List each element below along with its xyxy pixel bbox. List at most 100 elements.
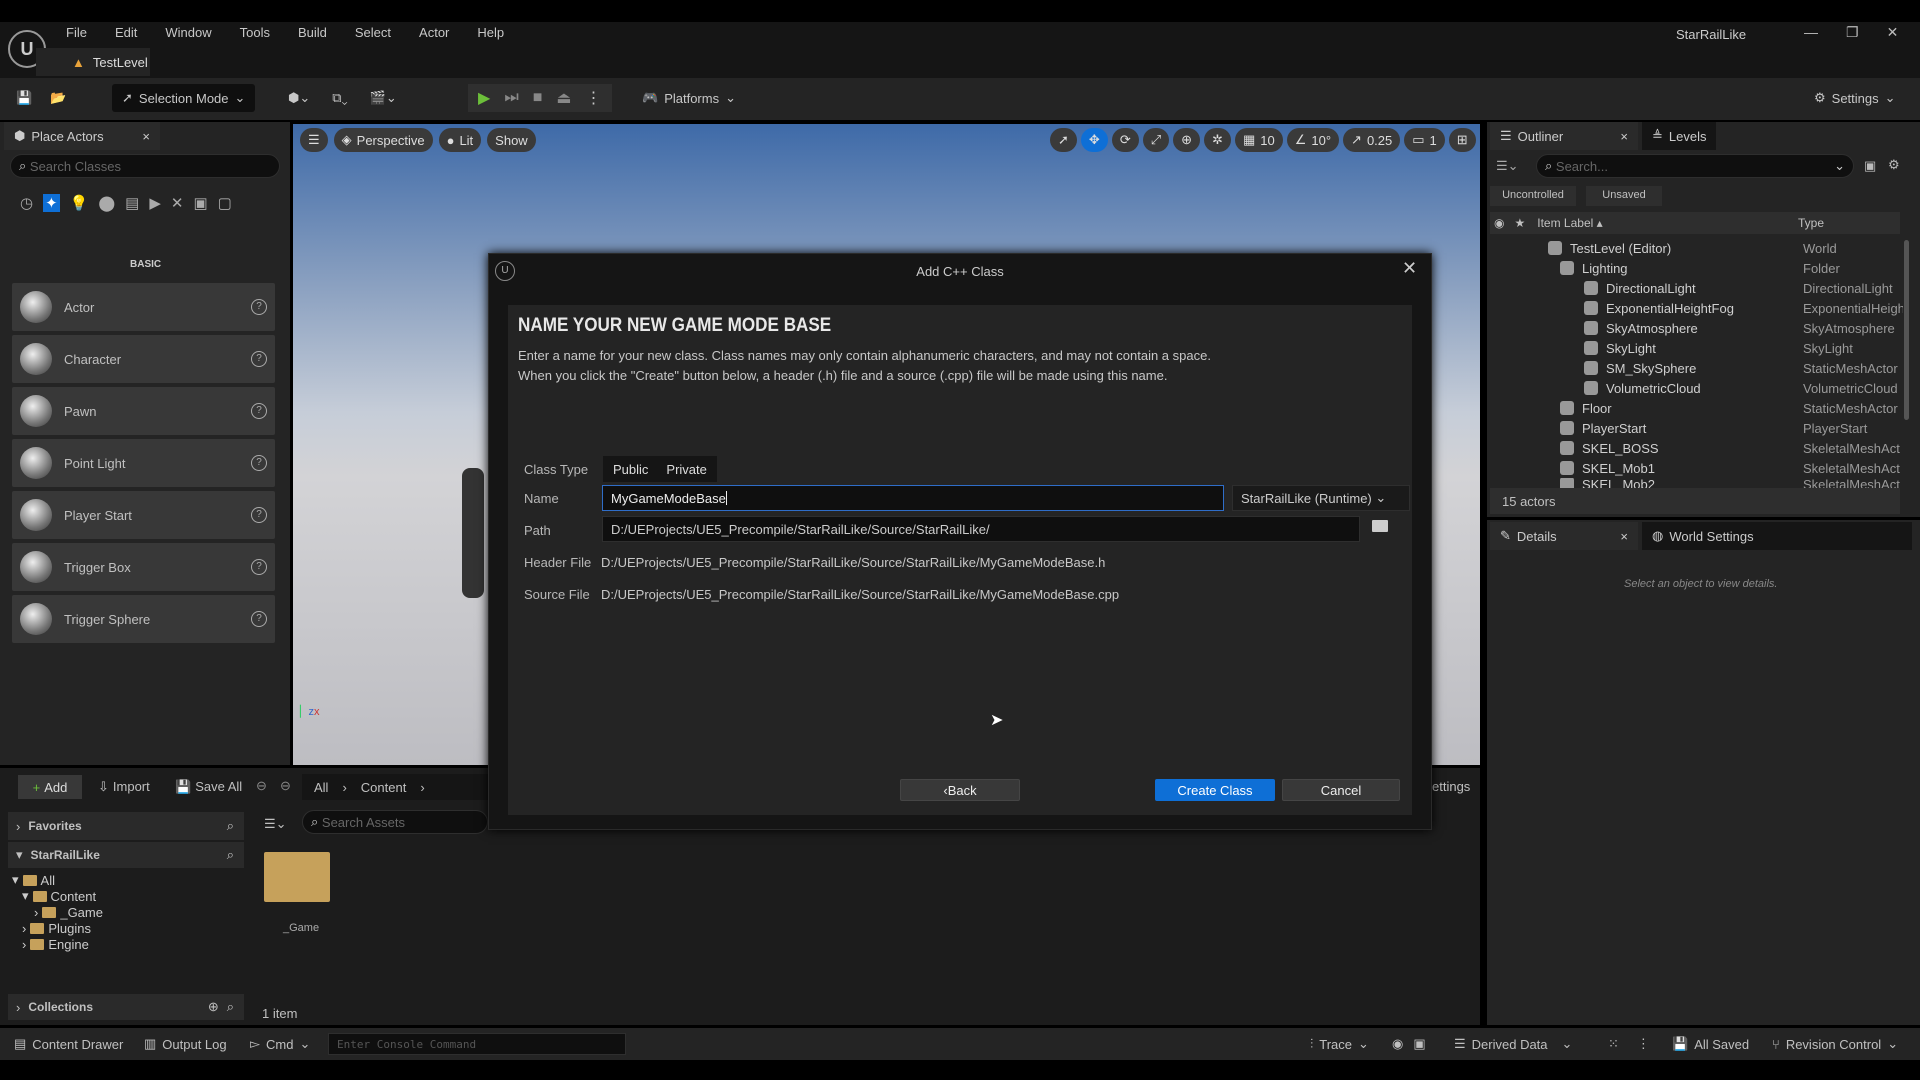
stop-icon[interactable]: ■ xyxy=(533,89,543,107)
geometry-icon[interactable]: ✕ xyxy=(171,194,184,212)
browse-icon[interactable]: 📂 xyxy=(50,90,66,106)
menu-file[interactable]: File xyxy=(66,25,87,40)
private-option[interactable]: Private xyxy=(666,462,706,477)
angle-snap-button[interactable]: ∠ 10° xyxy=(1286,128,1340,152)
column-item-label[interactable]: Item Label xyxy=(1537,216,1593,230)
add-folder-icon[interactable]: ▣ xyxy=(1864,158,1876,174)
help-icon[interactable]: ? xyxy=(251,507,267,523)
console-input[interactable]: Enter Console Command xyxy=(328,1033,626,1055)
import-button[interactable]: ⇩ Import xyxy=(98,779,150,795)
settings-dropdown[interactable]: ⚙ Settings ⌄ xyxy=(1814,84,1896,112)
move-tool[interactable]: ✥ xyxy=(1080,128,1108,152)
menu-tools[interactable]: Tools xyxy=(240,25,270,40)
close-tab-icon[interactable]: × xyxy=(142,129,150,144)
menu-help[interactable]: Help xyxy=(477,25,504,40)
save-all-button[interactable]: 💾 Save All xyxy=(175,779,242,795)
all-saved-button[interactable]: 💾 All Saved xyxy=(1672,1036,1749,1052)
add-button[interactable]: + Add xyxy=(18,775,82,799)
actor-item[interactable]: Actor? xyxy=(12,283,275,331)
blueprint-icon[interactable]: ⧉⌄ xyxy=(332,90,347,106)
derived-data-dropdown[interactable]: ☰ Derived Data ⌄ xyxy=(1454,1036,1572,1052)
outliner-row[interactable]: TestLevel (Editor) World xyxy=(1490,238,1900,258)
cmd-dropdown[interactable]: ▻ Cmd ⌄ xyxy=(250,1036,310,1052)
platforms-dropdown[interactable]: 🎮 Platforms ⌄ xyxy=(642,84,736,112)
recent-icon[interactable]: ◷ xyxy=(20,194,33,212)
maximize-viewport-button[interactable]: ⊞ xyxy=(1448,128,1476,152)
browse-folder-icon[interactable] xyxy=(1372,520,1388,532)
outliner-row[interactable]: SkyLight SkyLight xyxy=(1490,338,1900,358)
surface-snap-icon[interactable]: ✲ xyxy=(1204,128,1231,152)
favorites-section[interactable]: › Favorites ⌕ xyxy=(8,812,244,840)
help-icon[interactable]: ? xyxy=(251,299,267,315)
outliner-row[interactable]: PlayerStart PlayerStart xyxy=(1490,418,1900,438)
back-nav-icon[interactable]: ⊖ xyxy=(256,778,267,794)
search-icon[interactable]: ⌕ xyxy=(227,847,234,863)
tree-item-game[interactable]: › _Game xyxy=(12,904,103,920)
menu-select[interactable]: Select xyxy=(355,25,391,40)
column-type[interactable]: Type xyxy=(1798,216,1824,230)
outliner-row[interactable]: SKEL_BOSS SkeletalMeshAct xyxy=(1490,438,1900,458)
lights-icon[interactable]: 💡 xyxy=(70,194,89,212)
public-option[interactable]: Public xyxy=(613,462,648,477)
close-tab-icon[interactable]: × xyxy=(1620,529,1628,544)
all-classes-icon[interactable]: ▢ xyxy=(218,194,232,212)
selection-mode-dropdown[interactable]: ➚ Selection Mode ⌄ xyxy=(112,84,256,112)
show-button[interactable]: Show xyxy=(487,128,536,152)
tab-world-settings[interactable]: ◍ World Settings xyxy=(1642,522,1912,550)
tree-item-plugins[interactable]: › Plugins xyxy=(12,920,103,936)
minimize-button[interactable]: — xyxy=(1804,24,1818,41)
help-icon[interactable]: ? xyxy=(251,611,267,627)
actor-item[interactable]: Character? xyxy=(12,335,275,383)
scale-snap-button[interactable]: ↗ 0.25 xyxy=(1343,128,1401,152)
content-drawer-button[interactable]: ▤ Content Drawer xyxy=(14,1036,123,1052)
more-icon[interactable]: ⋮ xyxy=(586,88,602,108)
module-dropdown[interactable]: StarRailLike (Runtime) ⌄ xyxy=(1232,485,1410,511)
viewport-menu-button[interactable]: ☰ xyxy=(300,128,328,152)
breadcrumb-content[interactable]: Content xyxy=(361,780,407,795)
outliner-row[interactable]: SKEL_Mob1 SkeletalMeshAct xyxy=(1490,458,1900,478)
actor-item[interactable]: Player Start? xyxy=(12,491,275,539)
perspective-button[interactable]: ◈ Perspective xyxy=(333,128,433,152)
tab-levels[interactable]: ≜ Levels xyxy=(1642,122,1717,150)
close-window-button[interactable]: ✕ xyxy=(1887,24,1899,41)
add-actor-icon[interactable]: ⬢⌄ xyxy=(288,90,310,106)
star-icon[interactable]: ★ xyxy=(1514,216,1525,230)
add-collection-icon[interactable]: ⊕ xyxy=(208,999,219,1015)
search-icon[interactable]: ⌕ xyxy=(227,999,234,1015)
insights-icon[interactable]: ▣ xyxy=(1413,1036,1425,1052)
tab-outliner[interactable]: ☰ Outliner × xyxy=(1490,122,1638,150)
trace-dropdown[interactable]: ⫶ Trace ⌄ xyxy=(1310,1036,1369,1052)
tree-item-engine[interactable]: › Engine xyxy=(12,936,103,952)
menu-edit[interactable]: Edit xyxy=(115,25,137,40)
output-log-button[interactable]: ▥ Output Log xyxy=(144,1036,227,1052)
eject-icon[interactable]: ⏏ xyxy=(556,88,571,108)
lit-button[interactable]: ● Lit xyxy=(438,128,482,152)
cancel-button[interactable]: Cancel xyxy=(1282,779,1400,801)
tab-details[interactable]: ✎ Details × xyxy=(1490,522,1638,550)
cinematics-icon[interactable]: 🎬⌄ xyxy=(370,90,397,106)
class-name-input[interactable]: MyGameModeBase xyxy=(602,485,1224,511)
cinematic-icon[interactable]: ▤ xyxy=(125,194,139,212)
help-icon[interactable]: ? xyxy=(251,351,267,367)
camera-speed-button[interactable]: ▭ 1 xyxy=(1404,128,1445,152)
step-icon[interactable]: ⏭ xyxy=(504,89,518,107)
actor-item[interactable]: Trigger Box? xyxy=(12,543,275,591)
outliner-row[interactable]: SkyAtmosphere SkyAtmosphere xyxy=(1490,318,1900,338)
create-class-button[interactable]: Create Class xyxy=(1155,779,1275,801)
actor-item[interactable]: Point Light? xyxy=(12,439,275,487)
basic-icon[interactable]: ✦ xyxy=(43,194,60,212)
menu-actor[interactable]: Actor xyxy=(419,25,449,40)
path-input[interactable]: D:/UEProjects/UE5_Precompile/StarRailLik… xyxy=(602,516,1360,542)
outliner-row[interactable]: VolumetricCloud VolumetricCloud xyxy=(1490,378,1900,398)
restore-button[interactable]: ❐ xyxy=(1846,24,1859,41)
play-icon[interactable]: ▶ xyxy=(478,88,490,108)
project-section[interactable]: ▾ StarRailLike ⌕ xyxy=(8,842,244,868)
tree-item-content[interactable]: ▾ Content xyxy=(12,888,103,904)
content-settings-button[interactable]: ettings xyxy=(1432,779,1470,794)
filter-uncontrolled[interactable]: Uncontrolled xyxy=(1490,186,1576,206)
save-icon[interactable]: 💾 xyxy=(16,90,32,106)
forward-nav-icon[interactable]: ⊖ xyxy=(280,778,291,794)
search-assets-input[interactable]: ⌕ Search Assets xyxy=(302,810,488,834)
shapes-icon[interactable]: ⬤ xyxy=(98,194,115,212)
gear-icon[interactable]: ⚙ xyxy=(1888,157,1900,173)
